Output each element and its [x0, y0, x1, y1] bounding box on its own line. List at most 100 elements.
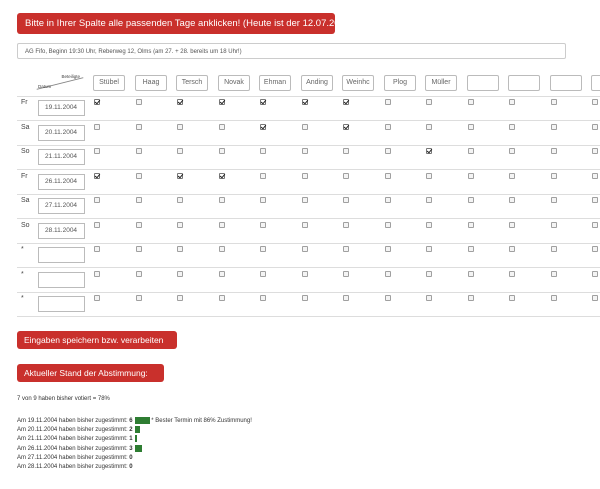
vote-checkbox[interactable]: [94, 295, 100, 301]
vote-checkbox[interactable]: [385, 172, 391, 179]
vote-checkbox[interactable]: [177, 221, 183, 228]
vote-checkbox[interactable]: [468, 148, 474, 154]
vote-checkbox[interactable]: [468, 123, 474, 130]
vote-checkbox[interactable]: [177, 148, 183, 154]
vote-checkbox[interactable]: [177, 123, 183, 130]
vote-checkbox[interactable]: [94, 123, 100, 130]
vote-checkbox[interactable]: [426, 295, 432, 301]
vote-checkbox[interactable]: [551, 172, 557, 179]
date-input[interactable]: 19.11.2004: [38, 100, 85, 116]
vote-checkbox[interactable]: [260, 246, 266, 252]
vote-checkbox[interactable]: [343, 123, 349, 130]
save-button[interactable]: Eingaben speichern bzw. verarbeiten: [17, 331, 177, 349]
vote-checkbox[interactable]: [136, 123, 142, 130]
vote-checkbox[interactable]: [136, 270, 142, 277]
vote-checkbox[interactable]: [385, 270, 391, 277]
vote-checkbox[interactable]: [343, 221, 349, 228]
date-input[interactable]: [38, 271, 85, 288]
vote-checkbox[interactable]: [343, 197, 349, 203]
vote-checkbox[interactable]: [592, 123, 598, 130]
vote-checkbox[interactable]: [302, 246, 308, 252]
vote-checkbox[interactable]: [219, 148, 225, 154]
vote-checkbox[interactable]: [136, 221, 142, 228]
vote-checkbox[interactable]: [343, 148, 349, 154]
participant-name-field[interactable]: Stübel: [93, 75, 125, 91]
vote-checkbox[interactable]: [551, 221, 557, 228]
vote-checkbox[interactable]: [385, 123, 391, 130]
vote-checkbox[interactable]: [509, 172, 515, 179]
vote-checkbox[interactable]: [551, 197, 557, 203]
vote-checkbox[interactable]: [302, 270, 308, 277]
vote-checkbox[interactable]: [136, 197, 142, 203]
vote-checkbox[interactable]: [343, 99, 349, 105]
participant-name-field[interactable]: [508, 75, 540, 91]
vote-checkbox[interactable]: [592, 246, 598, 252]
vote-checkbox[interactable]: [219, 221, 225, 228]
vote-checkbox[interactable]: [509, 99, 515, 105]
vote-checkbox[interactable]: [177, 295, 183, 301]
vote-checkbox[interactable]: [343, 246, 349, 252]
vote-checkbox[interactable]: [426, 172, 432, 179]
vote-checkbox[interactable]: [426, 270, 432, 277]
participant-name-field[interactable]: Novak: [218, 75, 250, 91]
vote-checkbox[interactable]: [260, 123, 266, 130]
vote-checkbox[interactable]: [551, 246, 557, 252]
vote-checkbox[interactable]: [509, 246, 515, 252]
vote-checkbox[interactable]: [551, 99, 557, 105]
vote-checkbox[interactable]: [385, 197, 391, 203]
participant-name-field[interactable]: Plog: [384, 75, 416, 91]
vote-checkbox[interactable]: [302, 148, 308, 154]
vote-checkbox[interactable]: [136, 246, 142, 252]
participant-name-field[interactable]: [467, 75, 499, 91]
vote-checkbox[interactable]: [94, 99, 100, 105]
vote-checkbox[interactable]: [302, 172, 308, 179]
vote-checkbox[interactable]: [343, 295, 349, 301]
vote-checkbox[interactable]: [426, 148, 432, 154]
vote-checkbox[interactable]: [468, 270, 474, 277]
vote-checkbox[interactable]: [219, 270, 225, 277]
vote-checkbox[interactable]: [94, 221, 100, 228]
vote-checkbox[interactable]: [260, 221, 266, 228]
vote-checkbox[interactable]: [468, 197, 474, 203]
vote-checkbox[interactable]: [136, 99, 142, 105]
vote-checkbox[interactable]: [177, 197, 183, 203]
vote-checkbox[interactable]: [551, 295, 557, 301]
vote-checkbox[interactable]: [94, 172, 100, 179]
vote-checkbox[interactable]: [551, 148, 557, 154]
vote-checkbox[interactable]: [468, 172, 474, 179]
vote-checkbox[interactable]: [177, 172, 183, 179]
date-input[interactable]: [38, 247, 85, 263]
vote-checkbox[interactable]: [468, 221, 474, 228]
date-input[interactable]: 20.11.2004: [38, 124, 85, 141]
vote-checkbox[interactable]: [94, 148, 100, 154]
vote-checkbox[interactable]: [177, 246, 183, 252]
participant-name-field[interactable]: [591, 75, 600, 91]
vote-checkbox[interactable]: [177, 270, 183, 277]
vote-checkbox[interactable]: [592, 295, 598, 301]
vote-checkbox[interactable]: [385, 148, 391, 154]
vote-checkbox[interactable]: [94, 270, 100, 277]
participant-name-field[interactable]: Weinhc: [342, 75, 374, 91]
vote-checkbox[interactable]: [136, 148, 142, 154]
vote-checkbox[interactable]: [426, 123, 432, 130]
vote-checkbox[interactable]: [592, 99, 598, 105]
vote-checkbox[interactable]: [385, 99, 391, 105]
date-input[interactable]: 26.11.2004: [38, 173, 85, 190]
vote-checkbox[interactable]: [509, 148, 515, 154]
vote-checkbox[interactable]: [426, 197, 432, 203]
vote-checkbox[interactable]: [260, 148, 266, 154]
vote-checkbox[interactable]: [302, 221, 308, 228]
vote-checkbox[interactable]: [260, 197, 266, 203]
vote-checkbox[interactable]: [509, 197, 515, 203]
vote-checkbox[interactable]: [94, 197, 100, 203]
vote-checkbox[interactable]: [219, 197, 225, 203]
vote-checkbox[interactable]: [136, 295, 142, 301]
vote-checkbox[interactable]: [592, 172, 598, 179]
vote-checkbox[interactable]: [385, 221, 391, 228]
vote-checkbox[interactable]: [302, 197, 308, 203]
vote-checkbox[interactable]: [136, 172, 142, 179]
vote-checkbox[interactable]: [385, 246, 391, 252]
participant-name-field[interactable]: Müller: [425, 75, 457, 91]
date-input[interactable]: 21.11.2004: [38, 149, 85, 165]
vote-checkbox[interactable]: [343, 172, 349, 179]
